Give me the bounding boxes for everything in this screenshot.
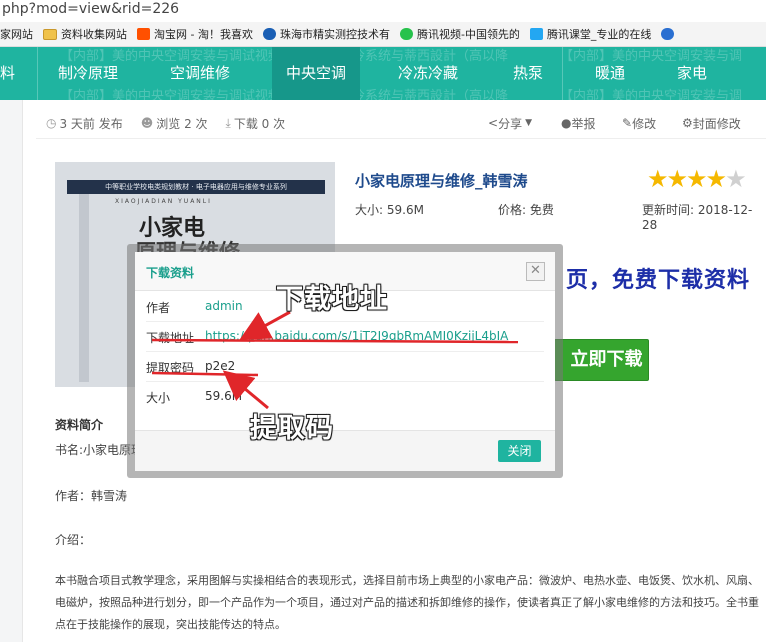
arrow-to-code xyxy=(222,370,269,410)
annotation-arrows xyxy=(151,310,519,410)
code-underline xyxy=(151,371,259,377)
url-underline xyxy=(151,338,519,344)
annotation-download-address: 下载地址 xyxy=(276,284,388,315)
annotation-extraction-code: 提取码 xyxy=(250,413,334,444)
